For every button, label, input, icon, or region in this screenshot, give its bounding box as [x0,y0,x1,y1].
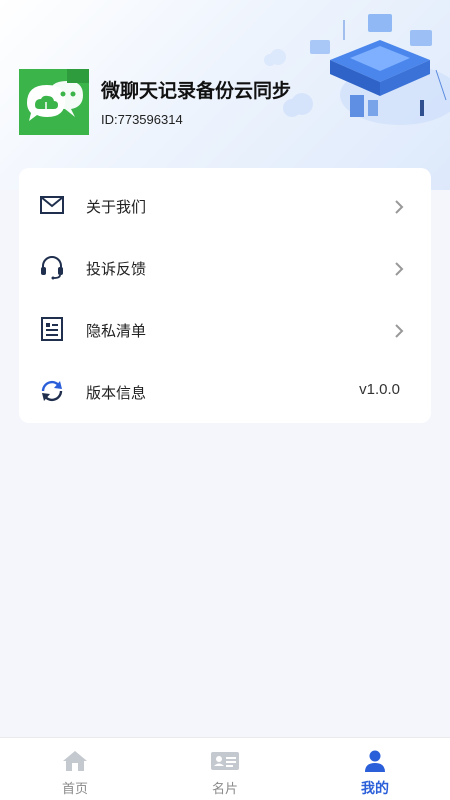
menu-item-label: 版本信息 [86,384,147,402]
tab-label: 我的 [361,781,389,797]
chevron-right-icon [394,261,404,277]
tab-label: 名片 [211,782,238,797]
profile-header: 微聊天记录备份云同步 ID:773596314 [0,0,450,190]
app-avatar [19,69,89,135]
menu-item-feedback[interactable]: 投诉反馈 [19,234,431,296]
settings-menu-card: 关于我们 投诉反馈 隐私清单 版本信息 v1.0.0 [19,168,431,423]
mail-icon [38,191,66,219]
bottom-tab-bar: 首页 名片 我的 [0,737,450,800]
chevron-right-icon [394,199,404,215]
app-title: 微聊天记录备份云同步 [101,80,292,102]
menu-item-label: 关于我们 [86,198,147,216]
user-id: ID:773596314 [101,112,183,127]
document-list-icon [38,315,66,343]
menu-item-version-info[interactable]: 版本信息 v1.0.0 [19,358,431,420]
chevron-right-icon [394,323,404,339]
headset-icon [38,253,66,281]
version-value: v1.0.0 [359,381,400,398]
menu-item-label: 投诉反馈 [86,260,147,278]
tab-label: 首页 [61,782,88,797]
refresh-icon [38,377,66,405]
menu-item-about-us[interactable]: 关于我们 [19,172,431,234]
tab-home[interactable]: 首页 [0,738,150,800]
tab-business-card[interactable]: 名片 [150,738,300,800]
user-icon [360,749,390,773]
tab-mine[interactable]: 我的 [300,738,450,800]
menu-item-privacy-list[interactable]: 隐私清单 [19,296,431,358]
cloud-server-illustration [264,14,450,125]
home-icon [60,749,90,773]
id-card-icon [210,749,240,773]
menu-item-label: 隐私清单 [86,322,147,340]
